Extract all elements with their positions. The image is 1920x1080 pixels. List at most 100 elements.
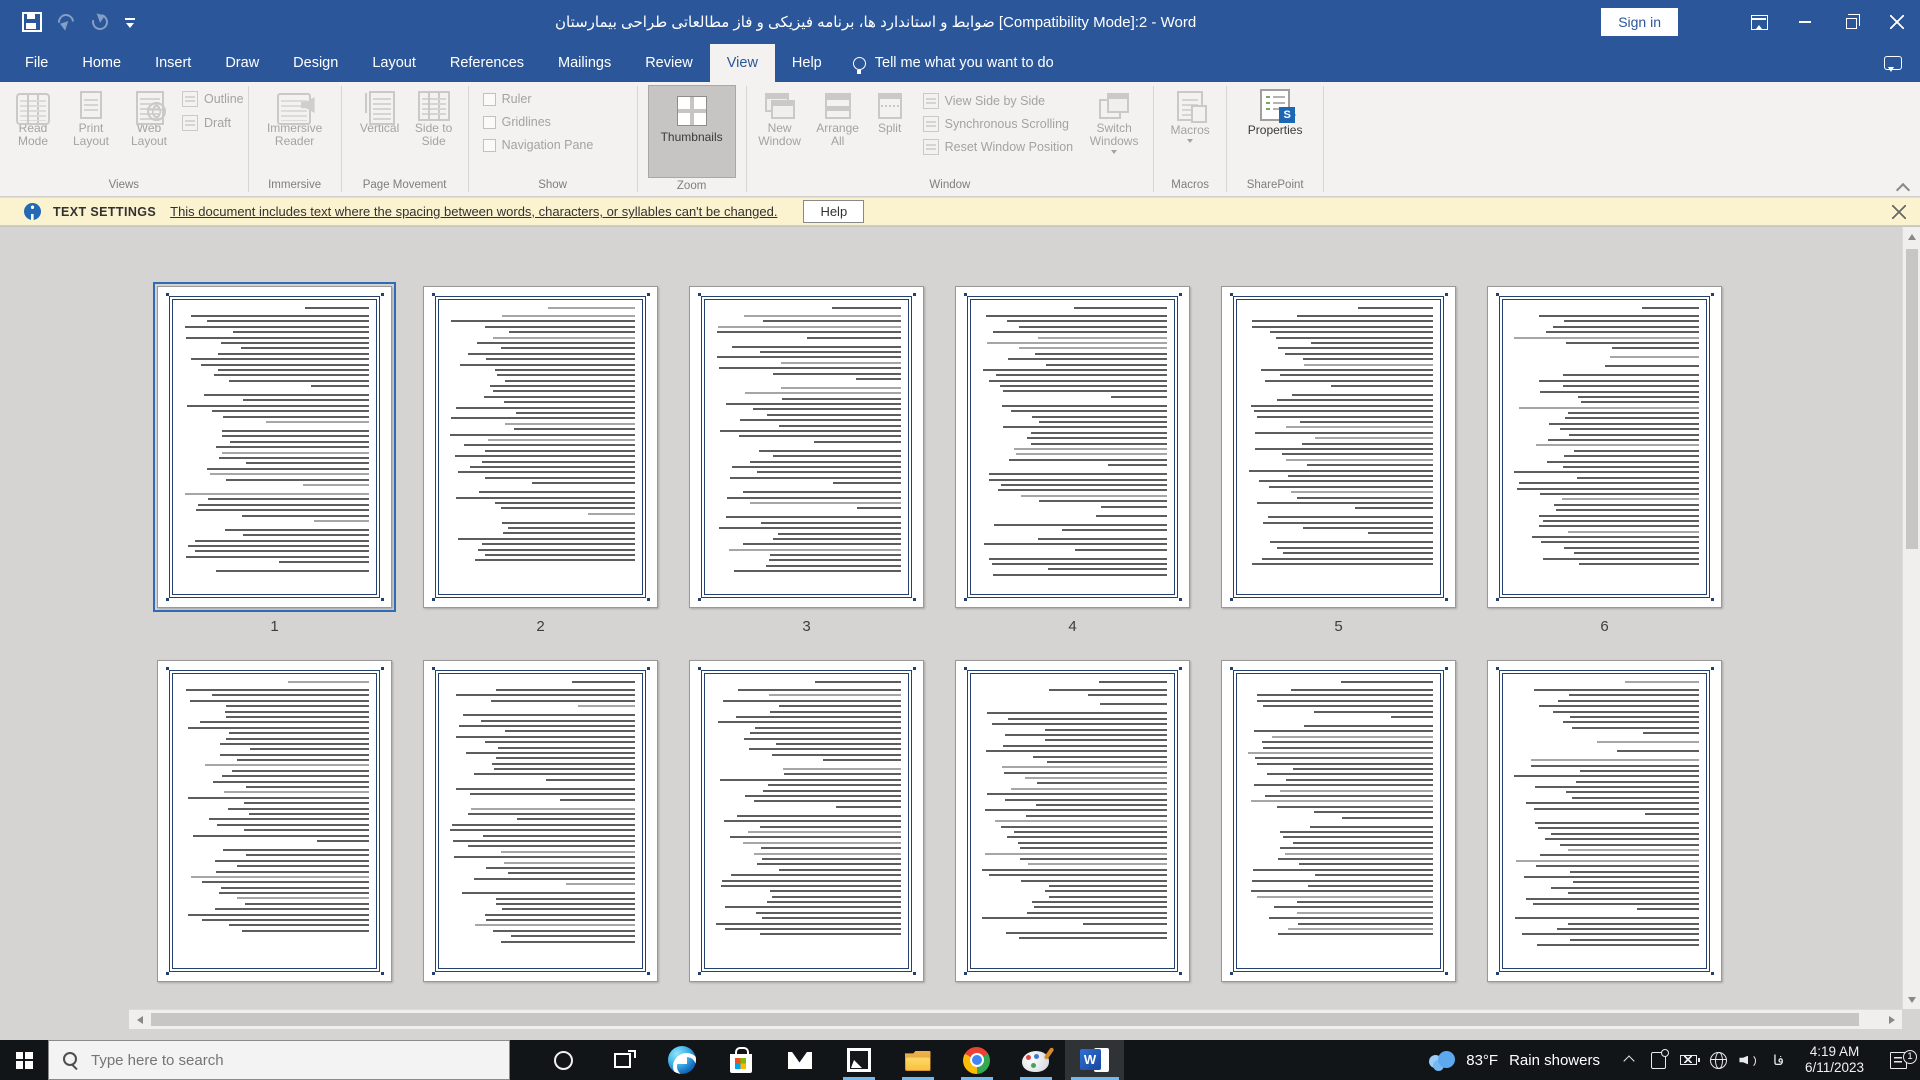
thumbnail-text-line [1299, 421, 1433, 424]
macros-icon [1177, 91, 1208, 123]
scroll-down-arrow[interactable] [1903, 991, 1920, 1009]
page-thumbnail-9[interactable] [689, 660, 924, 982]
tab-references[interactable]: References [433, 44, 541, 82]
feedback-icon[interactable] [1884, 56, 1902, 72]
device-status-button[interactable] [1644, 1040, 1674, 1080]
taskbar-search[interactable] [48, 1040, 510, 1080]
cortana-button[interactable] [534, 1040, 593, 1080]
word-taskbar-button[interactable]: W [1065, 1040, 1124, 1080]
close-button[interactable] [1874, 0, 1920, 44]
battery-status-button[interactable] [1674, 1040, 1704, 1080]
file-explorer-taskbar-button[interactable] [888, 1040, 947, 1080]
page-thumbnail-5[interactable] [1221, 286, 1456, 608]
thumbnail-text-line [1277, 347, 1433, 350]
vertical-scrollbar-thumb[interactable] [1906, 249, 1918, 549]
thumbnails-button[interactable]: Thumbnails [647, 85, 736, 178]
thumbnail-text-line [718, 325, 901, 328]
thumbnail-text-line [455, 455, 635, 458]
page-thumbnail-7[interactable] [157, 660, 392, 982]
print-layout-button: Print Layout [62, 85, 120, 148]
page-thumbnail-12[interactable] [1487, 660, 1722, 982]
tell-me-box[interactable]: Tell me what you want to do [852, 44, 1054, 82]
minimize-button[interactable] [1782, 0, 1828, 44]
undo-icon[interactable] [56, 12, 76, 32]
thumbnail-text-line [242, 534, 369, 537]
thumbnail-text-line [450, 433, 635, 436]
thumbnail-text-line [1519, 482, 1699, 485]
thumbnail-text-line [1580, 401, 1699, 404]
network-button[interactable] [1704, 1040, 1734, 1080]
edge-taskbar-button[interactable] [652, 1040, 711, 1080]
page-thumbnail-4[interactable] [955, 286, 1190, 608]
thumbnail-text-line [753, 852, 901, 855]
collapse-ribbon-icon[interactable] [1896, 184, 1908, 192]
notice-help-button[interactable]: Help [803, 200, 865, 223]
search-input[interactable] [91, 1051, 471, 1069]
thumbnail-text-line [989, 557, 1167, 560]
redo-icon[interactable] [90, 12, 110, 32]
scroll-left-arrow[interactable] [129, 1010, 149, 1030]
ribbon-group-macros: Macros Macros [1154, 82, 1226, 196]
horizontal-scrollbar[interactable] [129, 1009, 1902, 1029]
sign-in-button[interactable]: Sign in [1601, 8, 1678, 36]
paint-taskbar-button[interactable] [1006, 1040, 1065, 1080]
mail-taskbar-button[interactable] [770, 1040, 829, 1080]
page-thumbnail-11[interactable] [1221, 660, 1456, 982]
thumbnail-text-line [1531, 759, 1699, 762]
thumbnail-text-line [1540, 854, 1699, 857]
photos-taskbar-button[interactable] [829, 1040, 888, 1080]
tab-layout[interactable]: Layout [355, 44, 433, 82]
start-button[interactable] [0, 1040, 48, 1080]
thumbnail-cell [423, 660, 658, 982]
page-thumbnail-3[interactable] [689, 286, 924, 608]
store-taskbar-button[interactable] [711, 1040, 770, 1080]
page-thumbnail-2[interactable] [423, 286, 658, 608]
thumbnail-text-line [201, 919, 369, 922]
hidden-icons-button[interactable] [1614, 1040, 1644, 1080]
thumbnail-text-line [1030, 431, 1167, 434]
notice-close-icon[interactable] [1892, 205, 1906, 219]
page-thumbnail-8[interactable] [423, 660, 658, 982]
tab-view[interactable]: View [709, 44, 775, 82]
tab-review[interactable]: Review [628, 44, 710, 82]
tab-mailings[interactable]: Mailings [541, 44, 628, 82]
thumbnail-text-line [226, 478, 369, 481]
scroll-up-arrow[interactable] [1903, 227, 1920, 245]
tab-insert[interactable]: Insert [138, 44, 208, 82]
weather-widget[interactable]: 83°F Rain showers [1413, 1049, 1614, 1071]
properties-button[interactable]: S Properties [1235, 85, 1315, 137]
titlebar-controls: Sign in [1601, 0, 1920, 44]
tab-design[interactable]: Design [276, 44, 355, 82]
save-icon[interactable] [22, 12, 42, 32]
page-thumbnail-1[interactable] [153, 282, 396, 612]
thumbnail-text-line [744, 795, 901, 798]
thumbnail-text-line [1577, 476, 1699, 479]
thumbnail-text-line [729, 476, 901, 479]
restore-button[interactable] [1828, 0, 1874, 44]
horizontal-scrollbar-thumb[interactable] [151, 1013, 1859, 1026]
thumbnail-cell: 1 [153, 282, 396, 635]
page-movement-group-label: Page Movement [362, 179, 447, 191]
action-center-button[interactable]: 1 [1876, 1049, 1920, 1069]
scroll-right-arrow[interactable] [1882, 1010, 1902, 1030]
page-thumbnail-6[interactable] [1487, 286, 1722, 608]
vertical-scrollbar[interactable] [1902, 227, 1920, 1009]
read-mode-button: Read Mode [4, 85, 62, 148]
thumbnail-text-line [473, 877, 635, 880]
clock[interactable]: 4:19 AM 6/11/2023 [1793, 1044, 1876, 1076]
thumbnail-text-line [501, 521, 635, 524]
volume-button[interactable] [1734, 1040, 1764, 1080]
customize-quick-access-icon[interactable] [124, 15, 138, 29]
tab-file[interactable]: File [8, 44, 65, 82]
task-view-button[interactable] [593, 1040, 652, 1080]
tab-home[interactable]: Home [65, 44, 138, 82]
chrome-taskbar-button[interactable] [947, 1040, 1006, 1080]
thumbnail-text-line [1612, 347, 1699, 350]
ribbon-display-options-button[interactable] [1736, 0, 1782, 44]
thumbnail-text-line [1279, 789, 1433, 792]
notice-message-link[interactable]: This document includes text where the sp… [170, 204, 777, 219]
page-thumbnail-10[interactable] [955, 660, 1190, 982]
tab-help[interactable]: Help [775, 44, 839, 82]
language-indicator[interactable]: فا [1764, 1052, 1793, 1069]
tab-draw[interactable]: Draw [208, 44, 276, 82]
